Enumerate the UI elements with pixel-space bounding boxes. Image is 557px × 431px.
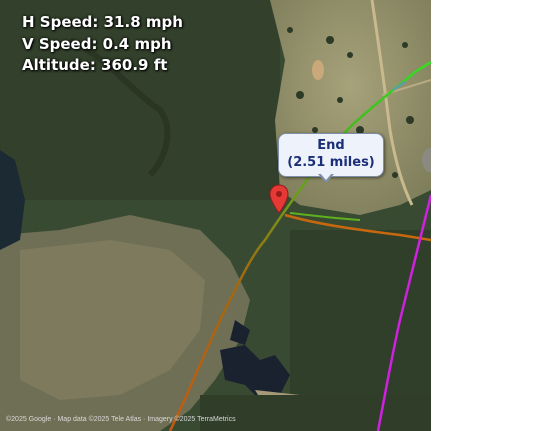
flight-stats-overlay: H Speed: 31.8 mph V Speed: 0.4 mph Altit… [22, 12, 183, 77]
v-speed-readout: V Speed: 0.4 mph [22, 34, 172, 53]
h-speed-readout: H Speed: 31.8 mph [22, 13, 183, 31]
field-clearing [270, 0, 431, 215]
map-attribution: ©2025 Google · Map data ©2025 Tele Atlas… [6, 416, 236, 423]
end-marker-callout[interactable]: End (2.51 miles) [278, 133, 384, 177]
callout-title: End [317, 138, 345, 153]
blank-side-panel [431, 0, 557, 431]
map-pin-icon[interactable] [269, 184, 289, 214]
altitude-readout: Altitude: 360.9 ft [22, 56, 168, 74]
callout-distance: (2.51 miles) [287, 155, 375, 170]
callout-pointer [318, 173, 334, 183]
